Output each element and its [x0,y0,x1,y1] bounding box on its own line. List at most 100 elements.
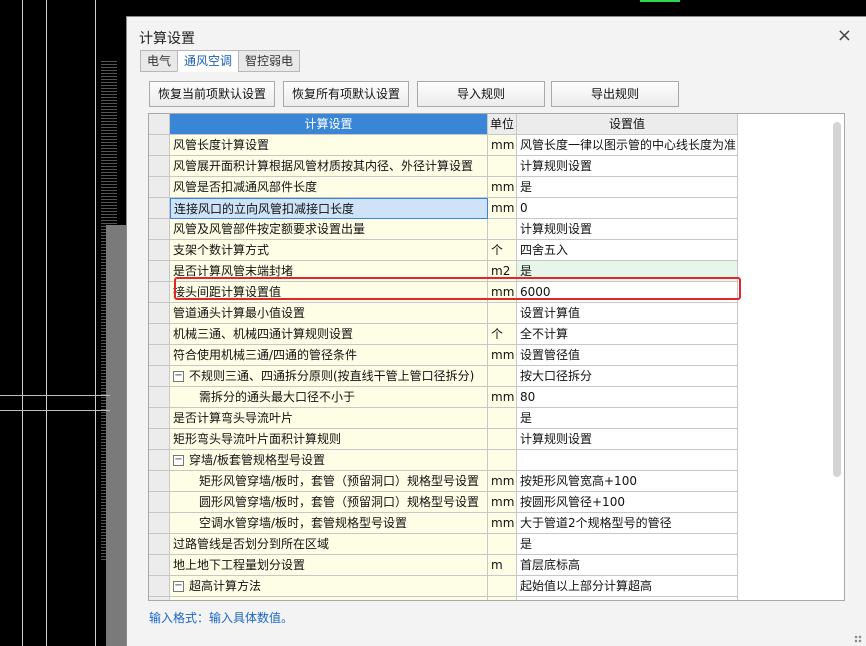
row-header-cell[interactable] [149,282,170,303]
tab-hvac[interactable]: 通风空调 [177,50,240,72]
setting-name-cell[interactable]: 风管及风管部件按定额要求设置出量 [170,219,488,240]
collapse-toggle-icon[interactable]: − [173,581,184,592]
setting-value-cell[interactable]: 风管长度一律以图示管的中心线长度为准 [517,135,738,156]
table-row[interactable]: − 不规则三通、四通拆分原则(按直线干管上管口径拆分) 按大口径拆分 [149,366,738,387]
setting-value-cell[interactable]: 是 [517,177,738,198]
setting-name-cell[interactable]: 连接风口的立向风管扣减接口长度 [170,198,488,219]
setting-name-cell[interactable]: − 超高计算方法 [170,576,488,597]
setting-name-cell[interactable]: 支架个数计算方式 [170,240,488,261]
setting-value-cell[interactable]: 全不计算 [517,324,738,345]
setting-value-cell[interactable]: 设置管径值 [517,345,738,366]
vertical-scrollbar[interactable] [833,122,841,477]
table-row[interactable]: 需拆分的通头最大口径不小于 mm 80 [149,387,738,408]
row-header-cell[interactable] [149,156,170,177]
row-header-cell[interactable] [149,240,170,261]
row-header-cell[interactable] [149,366,170,387]
setting-value-cell[interactable]: 首层底标高 [517,555,738,576]
export-rules-button[interactable]: 导出规则 [551,81,679,107]
setting-name-cell[interactable]: 矩形弯头导流叶片面积计算规则 [170,429,488,450]
tab-smart-weak-current[interactable]: 智控弱电 [238,50,301,72]
table-row[interactable]: 地上地下工程量划分设置 m 首层底标高 [149,555,738,576]
close-icon[interactable]: × [837,25,852,46]
setting-name-cell[interactable]: 矩形风管穿墙/板时，套管（预留洞口）规格型号设置 [170,471,488,492]
row-header-cell[interactable] [149,219,170,240]
row-header-cell[interactable] [149,345,170,366]
row-header-cell[interactable] [149,492,170,513]
table-row[interactable]: 支架个数计算方式 个四舍五入 [149,240,738,261]
row-header-cell[interactable] [149,324,170,345]
setting-name-cell[interactable]: 管道通头计算最小值设置 [170,303,488,324]
row-header-cell[interactable] [149,471,170,492]
collapse-toggle-icon[interactable]: − [173,455,184,466]
table-row[interactable]: 连接风口的立向风管扣减接口长度 mm 0 [149,198,738,219]
settings-grid[interactable]: 计算设置 单位 设置值 风管长度计算设置 mm 风管长度一律以图示管的中心线长度为准… [148,113,845,601]
setting-name-cell[interactable]: 风管长度计算设置 [170,135,488,156]
table-row[interactable]: 通风工程操作物超高起始值 mm6000 [149,597,738,600]
row-header-cell[interactable] [149,198,170,219]
row-header-cell[interactable] [149,513,170,534]
setting-value-cell[interactable]: 计算规则设置 [517,429,738,450]
setting-name-cell[interactable]: 空调水管穿墙/板时，套管规格型号设置 [170,513,488,534]
setting-value-cell[interactable]: 计算规则设置 [517,156,738,177]
table-row[interactable]: 风管是否扣减通风部件长度 mm 是 [149,177,738,198]
row-header-cell[interactable] [149,450,170,471]
setting-name-cell[interactable]: 过路管线是否划分到所在区域 [170,534,488,555]
setting-value-cell[interactable]: 大于管道2个规格型号的管径 [517,513,738,534]
setting-value-cell[interactable]: 按圆形风管径+100 [517,492,738,513]
setting-value-cell[interactable]: 按大口径拆分 [517,366,738,387]
setting-name-cell[interactable]: 通风工程操作物超高起始值 [170,597,488,600]
table-row[interactable]: 风管展开面积计算根据风管材质按其内径、外径计算设置 计算规则设置 [149,156,738,177]
setting-name-cell[interactable]: 是否计算弯头导流叶片 [170,408,488,429]
setting-value-cell[interactable]: 0 [517,198,738,219]
setting-value-cell[interactable]: 四舍五入 [517,240,738,261]
restore-current-default-button[interactable]: 恢复当前项默认设置 [149,81,275,107]
tab-electrical[interactable]: 电气 [140,50,179,72]
row-header-cell[interactable] [149,576,170,597]
setting-value-cell[interactable]: 是 [517,534,738,555]
table-row[interactable]: − 超高计算方法 起始值以上部分计算超高 [149,576,738,597]
setting-value-cell[interactable]: 起始值以上部分计算超高 [517,576,738,597]
row-header-cell[interactable] [149,429,170,450]
setting-value-cell[interactable]: 设置计算值 [517,303,738,324]
restore-all-default-button[interactable]: 恢复所有项默认设置 [283,81,409,107]
import-rules-button[interactable]: 导入规则 [417,81,545,107]
setting-name-cell[interactable]: 符合使用机械三通/四通的管径条件 [170,345,488,366]
setting-name-cell[interactable]: 地上地下工程量划分设置 [170,555,488,576]
table-row[interactable]: 是否计算弯头导流叶片 是 [149,408,738,429]
setting-name-cell[interactable]: 机械三通、机械四通计算规则设置 [170,324,488,345]
setting-value-cell[interactable]: 计算规则设置 [517,219,738,240]
setting-value-cell[interactable] [517,450,738,471]
row-header-cell[interactable] [149,261,170,282]
table-row[interactable]: 矩形风管穿墙/板时，套管（预留洞口）规格型号设置 mm 按矩形风管宽高+100 [149,471,738,492]
table-row[interactable]: 机械三通、机械四通计算规则设置 个全不计算 [149,324,738,345]
row-header-cell[interactable] [149,597,170,600]
resize-grip-icon[interactable] [854,635,862,643]
row-header-cell[interactable] [149,303,170,324]
row-header-cell[interactable] [149,555,170,576]
table-row[interactable]: 矩形弯头导流叶片面积计算规则 计算规则设置 [149,429,738,450]
setting-value-cell[interactable]: 是 [517,408,738,429]
collapse-toggle-icon[interactable]: − [173,371,184,382]
setting-name-cell[interactable]: − 穿墙/板套管规格型号设置 [170,450,488,471]
row-header-cell[interactable] [149,135,170,156]
setting-name-cell[interactable]: 需拆分的通头最大口径不小于 [170,387,488,408]
row-header-cell[interactable] [149,177,170,198]
row-header-cell[interactable] [149,408,170,429]
setting-name-cell[interactable]: 圆形风管穿墙/板时，套管（预留洞口）规格型号设置 [170,492,488,513]
table-row[interactable]: 符合使用机械三通/四通的管径条件 mm 设置管径值 [149,345,738,366]
setting-name-cell[interactable]: 风管是否扣减通风部件长度 [170,177,488,198]
setting-value-cell[interactable]: 6000 [517,597,738,600]
row-header-cell[interactable] [149,387,170,408]
row-header-cell[interactable] [149,534,170,555]
table-row[interactable]: 管道通头计算最小值设置 设置计算值 [149,303,738,324]
setting-name-cell[interactable]: 风管展开面积计算根据风管材质按其内径、外径计算设置 [170,156,488,177]
setting-name-cell[interactable]: − 不规则三通、四通拆分原则(按直线干管上管口径拆分) [170,366,488,387]
table-row[interactable]: 空调水管穿墙/板时，套管规格型号设置 mm 大于管道2个规格型号的管径 [149,513,738,534]
table-row[interactable]: 风管及风管部件按定额要求设置出量 计算规则设置 [149,219,738,240]
table-row[interactable]: 圆形风管穿墙/板时，套管（预留洞口）规格型号设置 mm 按圆形风管径+100 [149,492,738,513]
table-row[interactable]: 风管长度计算设置 mm 风管长度一律以图示管的中心线长度为准 [149,135,738,156]
table-row[interactable]: − 穿墙/板套管规格型号设置 [149,450,738,471]
setting-value-cell[interactable]: 按矩形风管宽高+100 [517,471,738,492]
table-row[interactable]: 过路管线是否划分到所在区域 是 [149,534,738,555]
setting-value-cell[interactable]: 80 [517,387,738,408]
